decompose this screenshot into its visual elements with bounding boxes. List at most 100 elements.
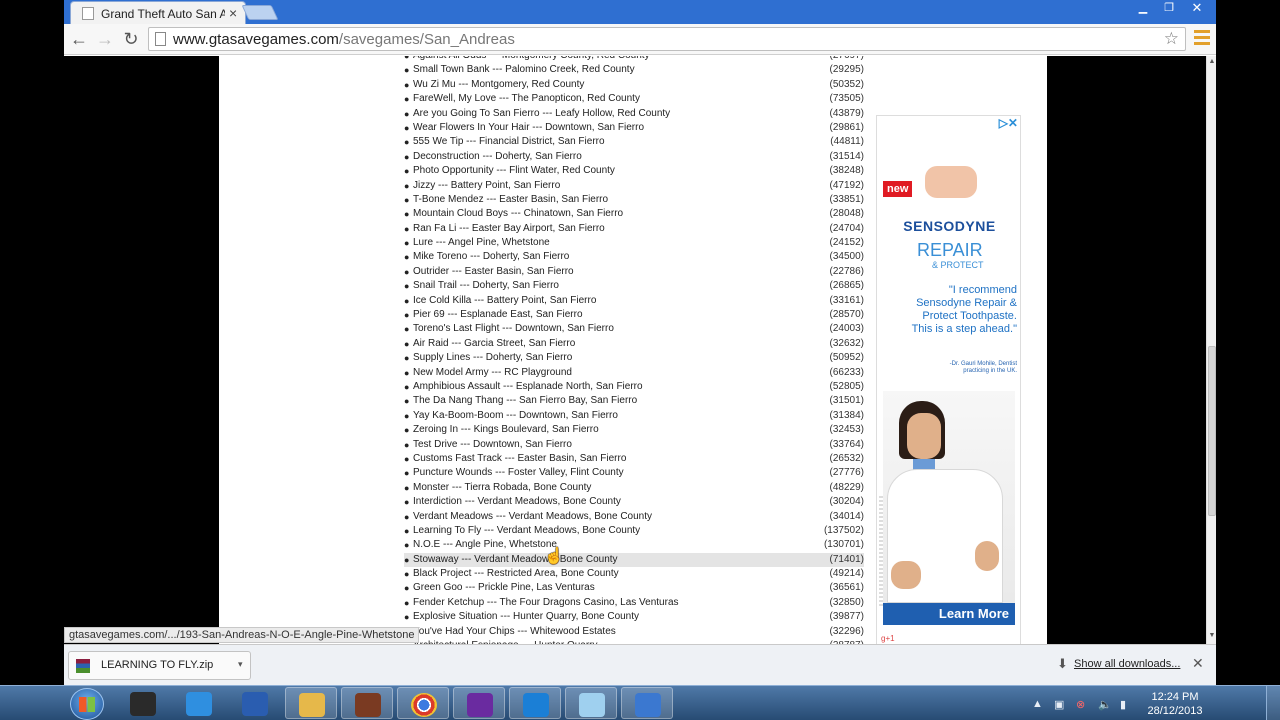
savegame-link[interactable]: N.O.E --- Angle Pine, Whetstone — [413, 538, 557, 552]
savegame-link[interactable]: Outrider --- Easter Basin, San Fierro — [413, 265, 574, 279]
savegame-link[interactable]: Jizzy --- Battery Point, San Fierro — [413, 179, 560, 193]
savegame-row[interactable]: ● Photo Opportunity --- Flint Water, Red … — [404, 164, 864, 178]
page-scrollbar[interactable]: ▲ ▼ — [1206, 56, 1216, 644]
savegame-link[interactable]: Zeroing In --- Kings Boulevard, San Fier… — [413, 423, 599, 437]
savegame-row[interactable]: ● Toreno's Last Flight --- Downtown, San … — [404, 322, 864, 336]
savegame-row[interactable]: ● The Da Nang Thang --- San Fierro Bay, S… — [404, 394, 864, 408]
adchoices-icon[interactable]: ▷✕ — [999, 116, 1018, 130]
savegame-row[interactable]: ● Small Town Bank --- Palomino Creek, Red… — [404, 63, 864, 77]
savegame-row[interactable]: ● Interdiction --- Verdant Meadows, Bone … — [404, 495, 864, 509]
savegame-row[interactable]: ● Stowaway --- Verdant Meadows, Bone Coun… — [404, 552, 864, 568]
savegame-link[interactable]: Wear Flowers In Your Hair --- Downtown, … — [413, 121, 644, 135]
savegame-row[interactable]: ● Mountain Cloud Boys --- Chinatown, San … — [404, 207, 864, 221]
action-center-icon[interactable]: ⊗ — [1076, 698, 1085, 711]
savegame-row[interactable]: ● Customs Fast Track --- Easter Basin, Sa… — [404, 452, 864, 466]
savegame-row[interactable]: ●You've Had Your Chips --- Whitewood Est… — [404, 625, 864, 639]
savegame-link[interactable]: Test Drive --- Downtown, San Fierro — [413, 438, 572, 452]
savegame-row[interactable]: ● 555 We Tip --- Financial District, San … — [404, 135, 864, 149]
savegame-row[interactable]: ● Ice Cold Killa --- Battery Point, San F… — [404, 294, 864, 308]
savegame-row[interactable]: ● Supply Lines --- Doherty, San Fierro (50… — [404, 351, 864, 365]
minimize-button[interactable]: ▁ — [1130, 1, 1156, 17]
start-button[interactable] — [70, 688, 104, 720]
taskbar-word-button[interactable] — [229, 687, 281, 719]
savegame-link[interactable]: Mike Toreno --- Doherty, San Fierro — [413, 250, 569, 264]
savegame-row[interactable]: ● Green Goo --- Prickle Pine, Las Ventura… — [404, 581, 864, 595]
savegame-link[interactable]: T-Bone Mendez --- Easter Basin, San Fier… — [413, 193, 608, 207]
taskbar-window-app-button[interactable] — [565, 687, 617, 719]
savegame-row[interactable]: ● Mike Toreno --- Doherty, San Fierro (345… — [404, 250, 864, 264]
savegame-row[interactable]: ● Are you Going To San Fierro --- Leafy H… — [404, 107, 864, 121]
savegame-link[interactable]: Snail Trail --- Doherty, San Fierro — [413, 279, 559, 293]
volume-icon[interactable]: 🔈 — [1098, 698, 1112, 711]
savegame-row[interactable]: ● FareWell, My Love --- The Panopticon, R… — [404, 92, 864, 106]
taskbar-gta-sa-button[interactable] — [341, 687, 393, 719]
savegame-link[interactable]: Against All Odds --- Montgomery County, … — [413, 56, 650, 63]
scroll-down-icon[interactable]: ▼ — [1207, 632, 1217, 639]
chevron-down-icon[interactable]: ▾ — [238, 659, 243, 670]
savegame-link[interactable]: Pier 69 --- Esplanade East, San Fierro — [413, 308, 583, 322]
savegame-row[interactable]: ● Wear Flowers In Your Hair --- Downtown,… — [404, 121, 864, 135]
scrollbar-thumb[interactable] — [1208, 346, 1216, 516]
taskbar-chrome-button[interactable] — [397, 687, 449, 719]
savegame-link[interactable]: The Da Nang Thang --- San Fierro Bay, Sa… — [413, 394, 637, 408]
google-plus-one-icon[interactable]: g+1 — [881, 634, 895, 643]
download-item[interactable]: LEARNING TO FLY.zip ▾ — [68, 651, 251, 680]
taskbar-file-explorer-button[interactable] — [285, 687, 337, 719]
savegame-link[interactable]: Verdant Meadows --- Verdant Meadows, Bon… — [413, 510, 652, 524]
savegame-row[interactable]: ● Deconstruction --- Doherty, San Fierro (… — [404, 150, 864, 164]
taskbar-media-player-button[interactable] — [453, 687, 505, 719]
back-button[interactable]: ← — [68, 28, 90, 50]
savegame-link[interactable]: Wu Zi Mu --- Montgomery, Red County — [413, 78, 584, 92]
taskbar-itunes-button[interactable] — [509, 687, 561, 719]
savegame-row[interactable]: ● Puncture Wounds --- Foster Valley, Flin… — [404, 466, 864, 480]
savegame-link[interactable]: Amphibious Assault --- Esplanade North, … — [413, 380, 643, 394]
savegame-link[interactable]: Air Raid --- Garcia Street, San Fierro — [413, 337, 575, 351]
savegame-row[interactable]: ● Learning To Fly --- Verdant Meadows, Bo… — [404, 524, 864, 538]
reload-button[interactable]: ↻ — [120, 28, 142, 50]
chrome-menu-button[interactable] — [1194, 30, 1210, 48]
taskbar-gamepad-button[interactable] — [117, 687, 169, 719]
savegame-row[interactable]: ● Lure --- Angel Pine, Whetstone (24152) — [404, 236, 864, 250]
learn-more-button[interactable]: Learn More — [883, 603, 1015, 625]
close-tab-icon[interactable]: × — [229, 5, 237, 21]
savegame-row[interactable]: ● Wu Zi Mu --- Montgomery, Red County (503… — [404, 78, 864, 92]
new-tab-button[interactable] — [241, 5, 279, 20]
savegame-row[interactable]: ● Explosive Situation --- Hunter Quarry, … — [404, 610, 864, 624]
savegame-link[interactable]: You've Had Your Chips --- Whitewood Esta… — [413, 625, 616, 639]
savegame-link[interactable]: 555 We Tip --- Financial District, San F… — [413, 135, 605, 149]
savegame-link[interactable]: Are you Going To San Fierro --- Leafy Ho… — [413, 107, 670, 121]
savegame-link[interactable]: Photo Opportunity --- Flint Water, Red C… — [413, 164, 615, 178]
savegame-row[interactable]: ● N.O.E --- Angle Pine, Whetstone (130701) — [404, 538, 864, 552]
forward-button[interactable]: → — [94, 28, 116, 50]
savegame-row[interactable]: ● Ran Fa Li --- Easter Bay Airport, San F… — [404, 222, 864, 236]
show-desktop-button[interactable] — [1266, 686, 1280, 720]
scroll-up-icon[interactable]: ▲ — [1207, 58, 1217, 65]
savegame-link[interactable]: Ran Fa Li --- Easter Bay Airport, San Fi… — [413, 222, 605, 236]
savegame-link[interactable]: Ice Cold Killa --- Battery Point, San Fi… — [413, 294, 596, 308]
savegame-row[interactable]: ● Pier 69 --- Esplanade East, San Fierro (… — [404, 308, 864, 322]
savegame-link[interactable]: New Model Army --- RC Playground — [413, 366, 572, 380]
show-hidden-icons-icon[interactable]: ▲ — [1032, 698, 1043, 710]
tab-gta-san-andreas[interactable]: Grand Theft Auto San Andreas × — [70, 1, 246, 24]
close-shelf-button[interactable]: ✕ — [1192, 655, 1204, 672]
savegame-link[interactable]: Small Town Bank --- Palomino Creek, Red … — [413, 63, 635, 77]
savegame-link[interactable]: Mountain Cloud Boys --- Chinatown, San F… — [413, 207, 623, 221]
savegame-link[interactable]: FareWell, My Love --- The Panopticon, Re… — [413, 92, 640, 106]
savegame-row[interactable]: ● Jizzy --- Battery Point, San Fierro (471… — [404, 179, 864, 193]
safely-remove-icon[interactable]: ▣ — [1054, 698, 1064, 711]
savegame-row[interactable]: ● Yay Ka-Boom-Boom --- Downtown, San Fier… — [404, 409, 864, 423]
savegame-link[interactable]: Toreno's Last Flight --- Downtown, San F… — [413, 322, 614, 336]
savegame-row[interactable]: ● Verdant Meadows --- Verdant Meadows, Bo… — [404, 510, 864, 524]
savegame-link[interactable]: Black Project --- Restricted Area, Bone … — [413, 567, 619, 581]
savegame-row[interactable]: ●Against All Odds --- Montgomery County,… — [404, 56, 864, 63]
savegame-link[interactable]: Stowaway --- Verdant Meadows, Bone Count… — [413, 553, 618, 567]
savegame-link[interactable]: Green Goo --- Prickle Pine, Las Venturas — [413, 581, 595, 595]
savegame-link[interactable]: Supply Lines --- Doherty, San Fierro — [413, 351, 572, 365]
savegame-link[interactable]: Lure --- Angel Pine, Whetstone — [413, 236, 550, 250]
close-window-button[interactable]: ✕ — [1182, 1, 1212, 17]
savegame-row[interactable]: ● Monster --- Tierra Robada, Bone County (… — [404, 481, 864, 495]
savegame-link[interactable]: Yay Ka-Boom-Boom --- Downtown, San Fierr… — [413, 409, 618, 423]
sensodyne-ad[interactable]: ▷✕ new SENSODYNE REPAIR & PROTECT "I rec… — [876, 115, 1021, 644]
address-bar[interactable]: www.gtasavegames.com/savegames/San_Andre… — [148, 27, 1186, 51]
taskbar-security-shield-button[interactable] — [621, 687, 673, 719]
